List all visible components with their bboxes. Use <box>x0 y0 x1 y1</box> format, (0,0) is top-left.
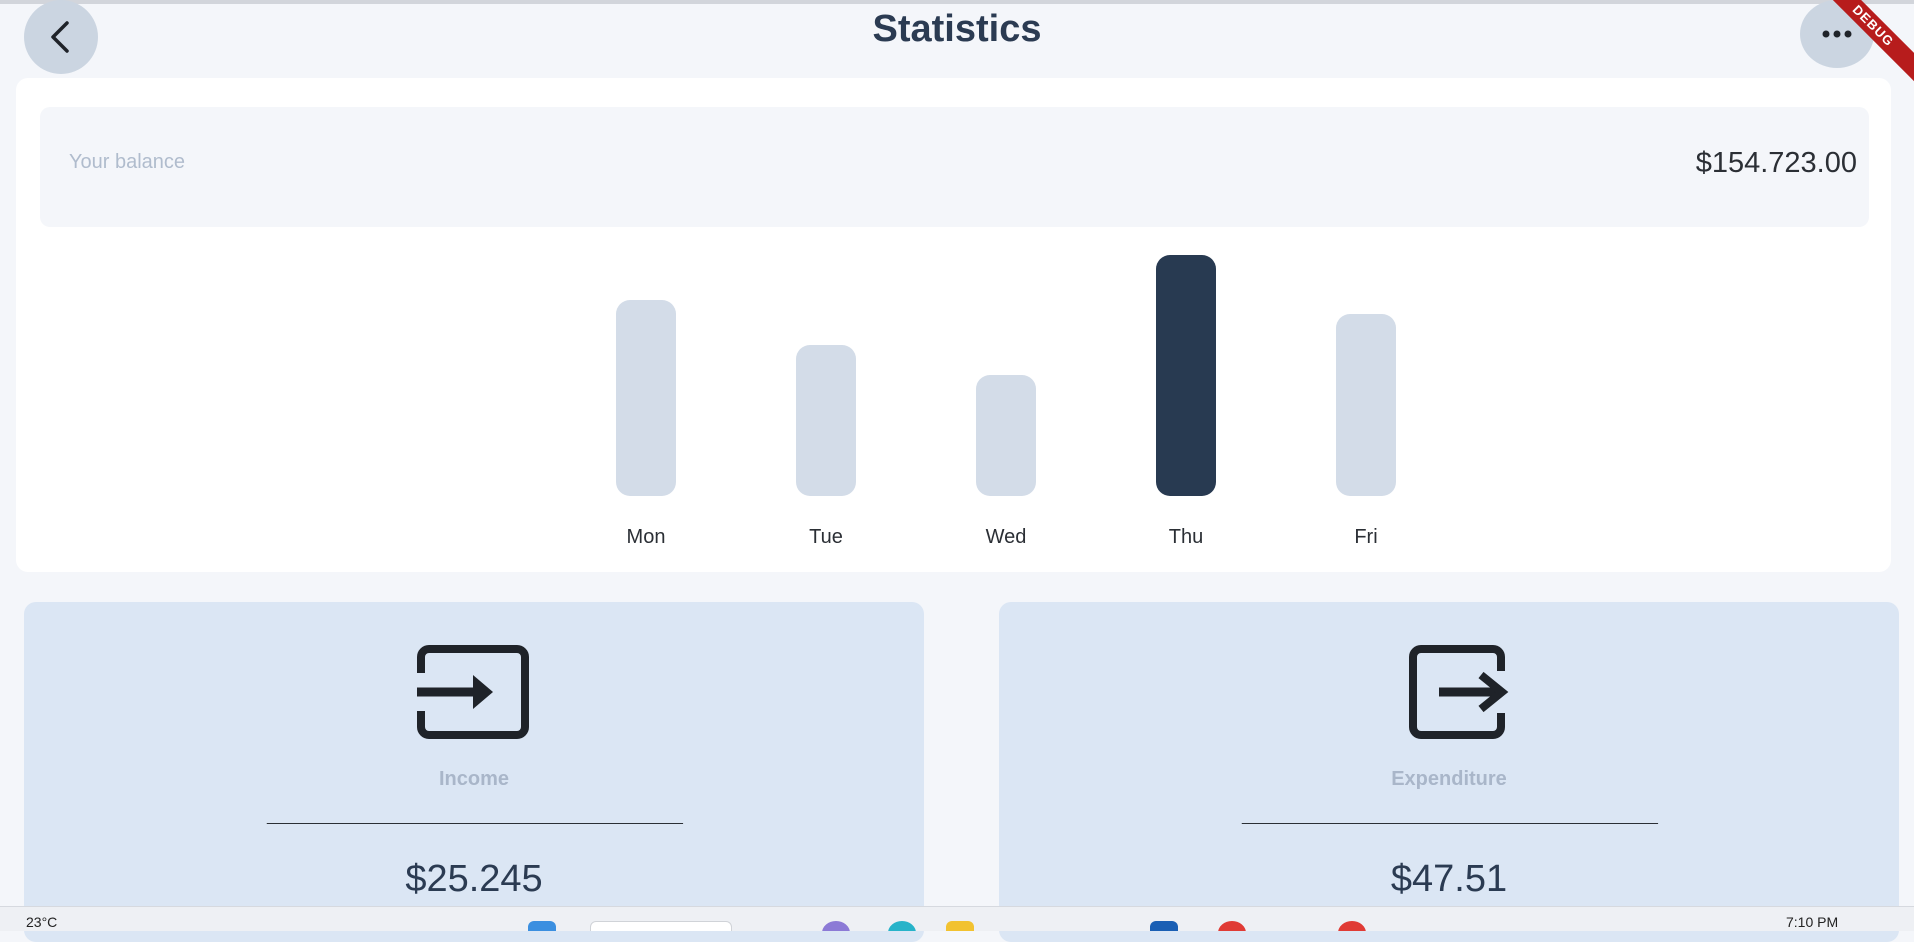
expenditure-divider: ________________________________________… <box>1242 808 1658 825</box>
clock: 7:10 PM <box>1786 914 1839 930</box>
bar-fri[interactable] <box>1336 314 1396 496</box>
os-taskbar: 23°C 7:10 PM <box>0 906 1914 931</box>
day-label-fri: Fri <box>1354 526 1378 548</box>
statistics-card: Your balance $154.723.00 Mon Tue Wed Thu Fri <box>16 78 1891 572</box>
expenditure-amount: $47.51 <box>1390 858 1508 900</box>
income-amount: $25.245 <box>405 858 543 900</box>
day-label-thu: Thu <box>1168 526 1204 548</box>
output-icon <box>1409 645 1509 739</box>
page-title: Statistics <box>872 8 1042 50</box>
bar-wed[interactable] <box>976 375 1036 496</box>
day-label-tue: Tue <box>809 526 843 548</box>
more-horizontal-icon <box>1822 30 1852 38</box>
income-card[interactable]: Income _________________________________… <box>24 602 924 942</box>
income-label: Income <box>438 768 510 790</box>
expenditure-card[interactable]: Expenditure ____________________________… <box>999 602 1899 942</box>
income-divider: ________________________________________… <box>267 808 683 825</box>
expenditure-label: Expenditure <box>1391 768 1507 790</box>
bar-mon[interactable] <box>616 300 676 496</box>
window-top-border <box>0 0 1914 4</box>
bar-thu[interactable] <box>1156 255 1216 496</box>
input-icon <box>417 645 529 739</box>
day-label-wed: Wed <box>985 526 1027 548</box>
weekly-bar-chart: Mon Tue Wed Thu Fri <box>16 78 1891 572</box>
weather-readout: 23°C <box>26 914 58 930</box>
day-label-mon: Mon <box>626 526 666 548</box>
bar-tue[interactable] <box>796 345 856 496</box>
